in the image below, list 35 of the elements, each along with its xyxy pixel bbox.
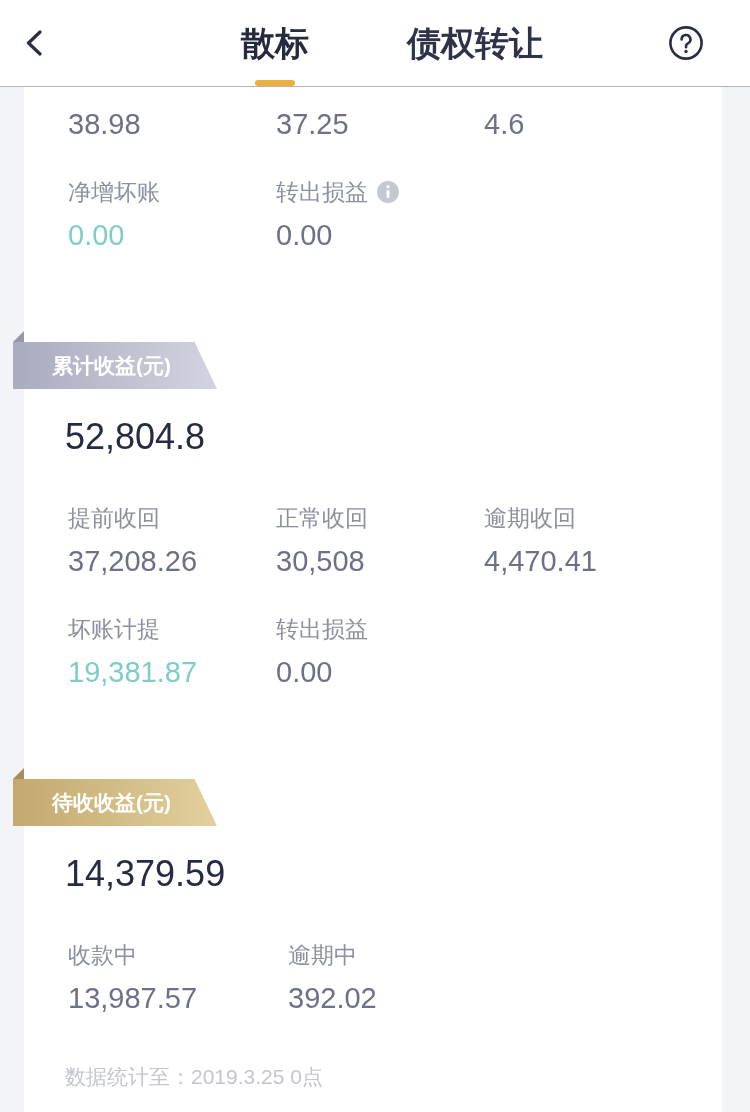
stat-label: 收款中 bbox=[68, 941, 137, 970]
total-amount: 14,379.59 bbox=[65, 852, 226, 896]
stat-value: 4,470.41 bbox=[484, 544, 597, 579]
tab[interactable]: 散标 bbox=[241, 0, 309, 86]
stat-label: 净增坏账 bbox=[68, 178, 160, 207]
total-amount: 52,804.8 bbox=[65, 415, 206, 459]
stat-label: 转出损益 bbox=[276, 615, 368, 644]
stat-label: 逾期收回 bbox=[484, 504, 576, 533]
help-icon bbox=[669, 26, 703, 60]
stat-value: 30,508 bbox=[276, 544, 365, 579]
stat-value: 0.00 bbox=[276, 655, 333, 690]
stat-label: 坏账计提 bbox=[68, 615, 160, 644]
stat-value: 392.02 bbox=[288, 981, 377, 1016]
stat-value: 0.00 bbox=[68, 218, 125, 253]
tab[interactable]: 债权转让 bbox=[407, 0, 543, 86]
stat-value: 37.25 bbox=[276, 107, 349, 142]
data-timestamp: 数据统计至：2019.3.25 0点 bbox=[65, 1064, 323, 1090]
ribbon-fold-icon bbox=[13, 768, 24, 779]
stat-label: 逾期中 bbox=[288, 941, 357, 970]
back-button[interactable] bbox=[26, 30, 42, 56]
stat-label: 提前收回 bbox=[68, 504, 160, 533]
ribbon-title: 累计收益(元) bbox=[52, 352, 171, 379]
tab-indicator bbox=[255, 80, 295, 86]
ribbon-fold-icon bbox=[13, 331, 24, 342]
stat-value: 37,208.26 bbox=[68, 544, 197, 579]
ribbon-title: 待收收益(元) bbox=[52, 789, 171, 816]
help-button[interactable] bbox=[669, 26, 703, 60]
stat-label: 正常收回 bbox=[276, 504, 368, 533]
stat-value: 4.6 bbox=[484, 107, 525, 142]
stat-value: 38.98 bbox=[68, 107, 141, 142]
stat-value: 19,381.87 bbox=[68, 655, 197, 690]
stat-value: 0.00 bbox=[276, 218, 333, 253]
back-icon bbox=[26, 30, 42, 56]
stat-value: 13,987.57 bbox=[68, 981, 197, 1016]
stat-label: 转出损益 bbox=[276, 178, 368, 207]
